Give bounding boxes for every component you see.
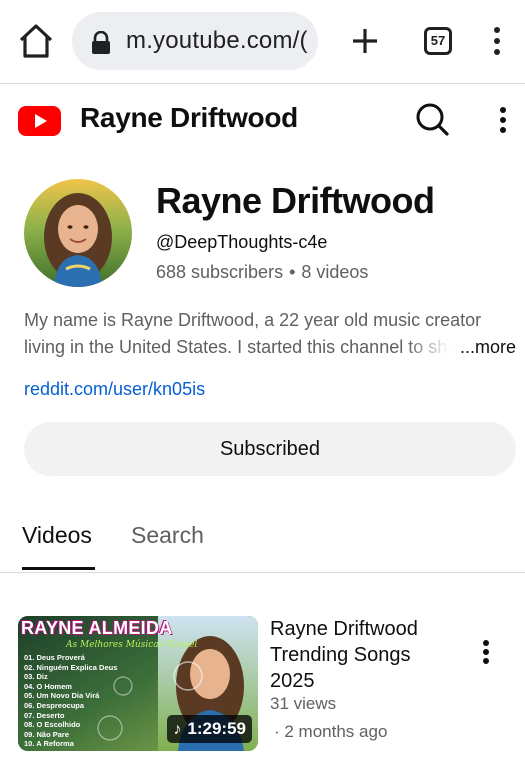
tabs-divider xyxy=(0,572,525,573)
header-title: Rayne Driftwood xyxy=(80,102,298,133)
track-item: 01. Deus Proverá xyxy=(24,653,85,662)
lock-icon xyxy=(92,31,110,54)
search-icon[interactable] xyxy=(414,102,450,138)
channel-external-link[interactable]: reddit.com/user/kn05is xyxy=(24,379,205,400)
more-link[interactable]: ...more xyxy=(460,334,516,361)
more-vert-icon[interactable] xyxy=(499,107,507,135)
thumbnail-tracklist: 01. Deus Proverá 02. Ninguém Explica Deu… xyxy=(24,653,117,749)
channel-handle: @DeepThoughts-c4e xyxy=(156,232,328,252)
track-item: 06. Despreocupa xyxy=(24,700,85,710)
channel-stats: 688 subscribers • 8 videos xyxy=(156,262,368,283)
track-item: 04. O Homem xyxy=(24,681,72,691)
music-note-icon: ♪ xyxy=(173,721,182,738)
track-item: 02. Ninguém Explica Deus xyxy=(24,662,118,672)
url-text[interactable]: m.youtube.com/( xyxy=(126,27,308,55)
youtube-logo-icon[interactable] xyxy=(18,106,61,136)
track-item: 03. Diz xyxy=(24,672,48,682)
tab-search[interactable]: Search xyxy=(131,522,204,549)
tab-switcher-button[interactable]: 57 xyxy=(424,27,452,55)
video-count: 8 videos xyxy=(301,262,369,282)
channel-description[interactable]: My name is Rayne Driftwood, a 22 year ol… xyxy=(24,307,516,361)
home-icon[interactable] xyxy=(18,22,54,60)
track-item: 07. Deserto xyxy=(24,710,65,720)
channel-name: Rayne Driftwood xyxy=(156,180,435,221)
thumbnail-title: RAYNE ALMEIDA xyxy=(21,618,173,638)
thumbnail-subtitle: As Melhores Músicas Gospel xyxy=(66,640,198,650)
browser-toolbar: m.youtube.com/( 57 xyxy=(0,0,525,84)
tab-videos[interactable]: Videos xyxy=(22,522,92,549)
track-item: 08. O Escolhido xyxy=(24,720,81,730)
duration-text: 1:29:59 xyxy=(187,719,246,738)
track-item: 09. Não Pare xyxy=(24,729,70,739)
video-views: 31 views xyxy=(270,694,337,713)
subscriber-count: 688 subscribers xyxy=(156,262,284,282)
plus-icon[interactable] xyxy=(350,26,380,56)
browser-more-vert-icon[interactable] xyxy=(493,27,501,55)
video-title[interactable]: Rayne Driftwood Trending Songs 2025 xyxy=(270,616,460,694)
active-tab-indicator xyxy=(22,567,95,570)
video-age: · 2 months ago xyxy=(274,722,388,741)
stats-separator: • xyxy=(289,262,296,282)
track-item: 10. A Reforma xyxy=(24,739,74,749)
address-bar[interactable]: m.youtube.com/( xyxy=(72,12,318,70)
channel-avatar[interactable] xyxy=(24,179,132,287)
video-thumbnail[interactable]: RAYNE ALMEIDA As Melhores Músicas Gospel… xyxy=(18,616,258,751)
track-item: 05. Um Novo Dia Virá xyxy=(24,691,100,701)
subscribed-button[interactable]: Subscribed xyxy=(24,422,516,476)
video-more-vert-icon[interactable] xyxy=(482,640,490,668)
description-line: My name is Rayne Driftwood, a 22 year ol… xyxy=(24,310,482,330)
duration-badge: ♪ 1:29:59 xyxy=(167,715,252,743)
